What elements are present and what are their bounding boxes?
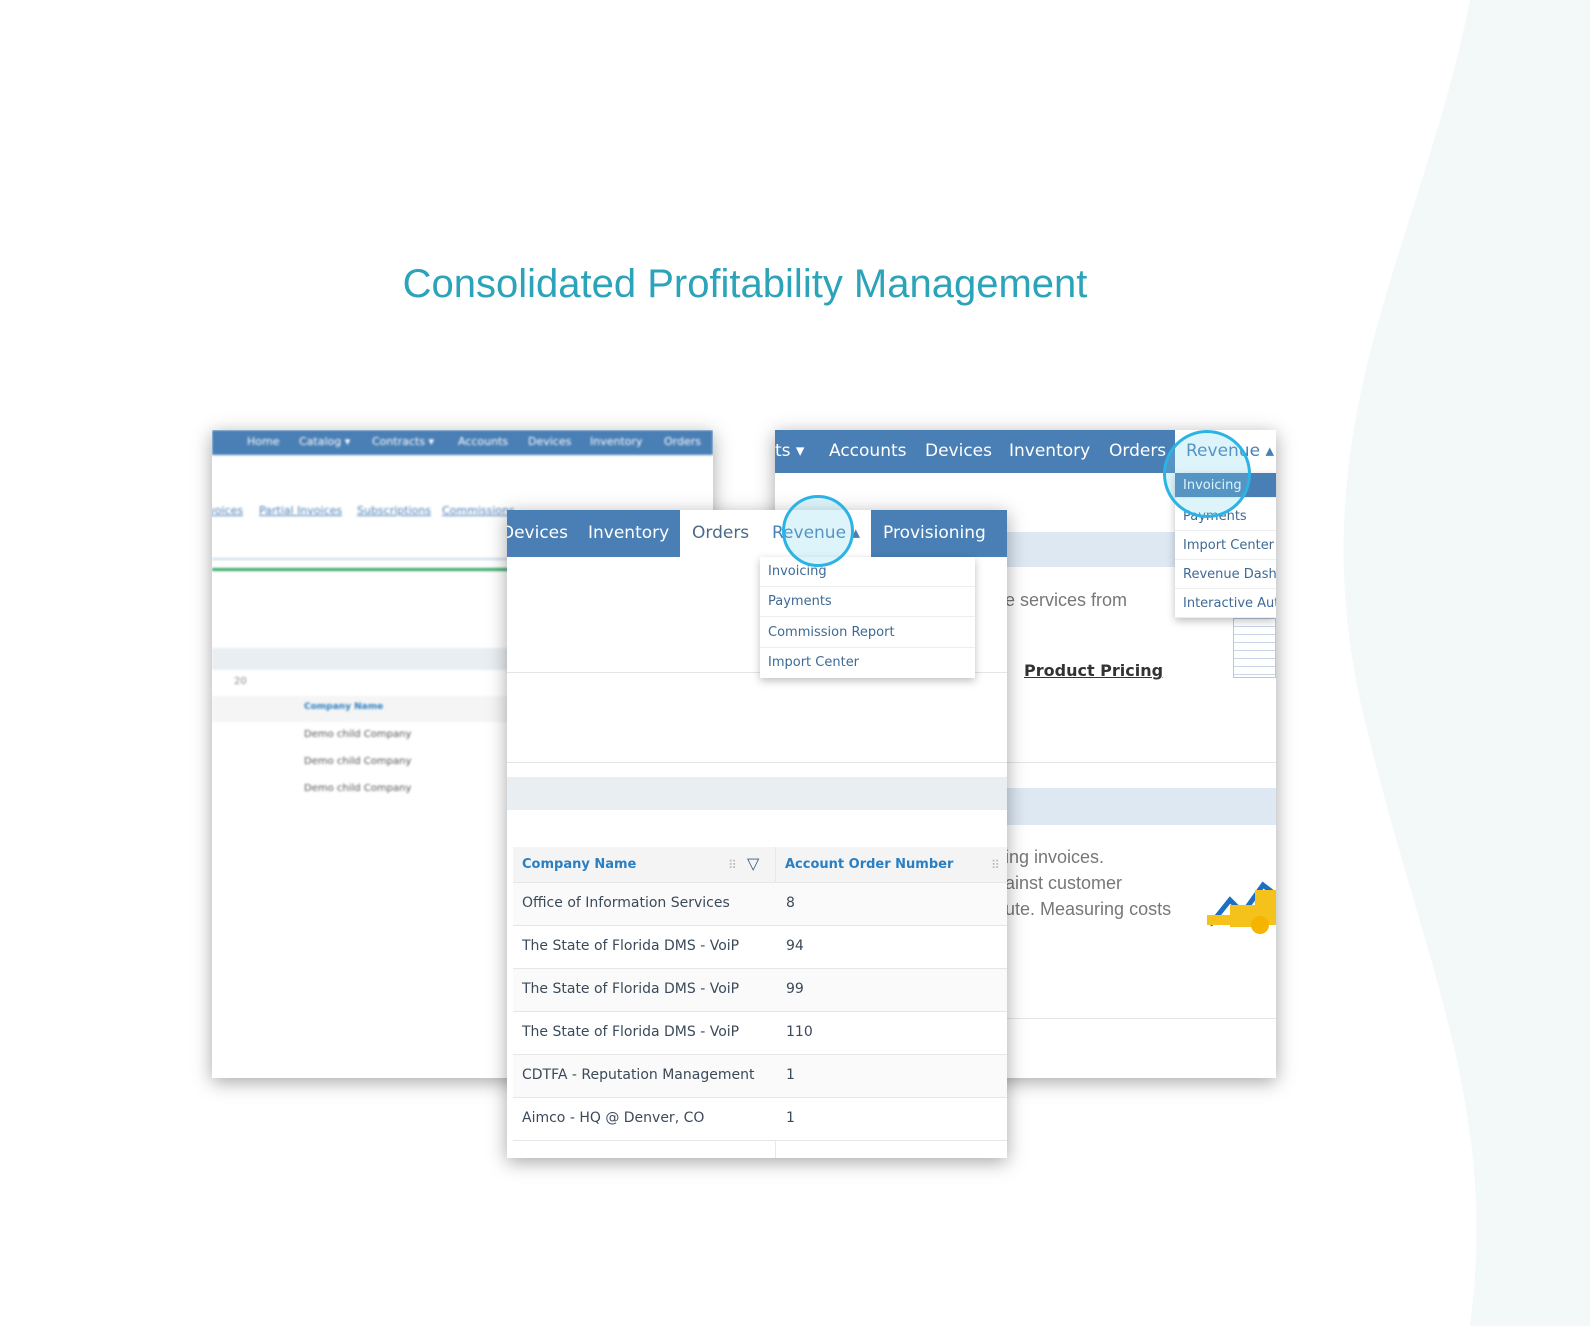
highlight-circle xyxy=(1163,430,1251,518)
nav-devices[interactable]: Devices xyxy=(507,523,568,543)
cell-company-name: The State of Florida DMS - VoiP xyxy=(522,1024,740,1040)
menu-item-import-center[interactable]: Import Center xyxy=(1175,531,1276,560)
table-row[interactable]: Office of Information Services 8 xyxy=(513,883,1007,926)
menu-item-invoicing[interactable]: Invoicing xyxy=(760,557,975,587)
cell-order-number: 94 xyxy=(786,938,804,954)
menu-item-interactive[interactable]: Interactive Aut xyxy=(1175,589,1276,618)
link-partial-invoices[interactable]: Partial Invoices xyxy=(259,504,342,517)
cell-company-name: The State of Florida DMS - VoiP xyxy=(522,938,740,954)
cell-order-number: 1 xyxy=(786,1110,795,1126)
nav-inventory[interactable]: Inventory xyxy=(590,435,643,448)
column-account-order-number[interactable]: Account Order Number xyxy=(785,857,953,872)
table-row: Demo child Company xyxy=(304,756,412,767)
drag-handle-icon[interactable]: ⠿ xyxy=(991,858,1000,872)
cell-order-number: 8 xyxy=(786,895,795,911)
highlight-circle xyxy=(782,495,854,567)
revenue-chart-icon xyxy=(1207,881,1276,934)
page-title: Consolidated Profitability Management xyxy=(402,262,1088,306)
cell-company-name: Aimco - HQ @ Denver, CO xyxy=(522,1110,705,1126)
divider xyxy=(507,762,1007,763)
table-row: Demo child Company xyxy=(304,783,412,794)
column-company-name[interactable]: Company Name xyxy=(522,857,636,872)
section-band xyxy=(1007,532,1175,567)
product-pricing-link[interactable]: Product Pricing xyxy=(1024,661,1163,680)
section-band xyxy=(507,777,1007,810)
drag-handle-icon[interactable]: ⠿ xyxy=(728,858,737,872)
link-commissions[interactable]: Commissions xyxy=(442,504,515,517)
table-row[interactable]: CDTFA - Reputation Management 1 xyxy=(513,1055,1007,1098)
description-text: e services from xyxy=(1005,590,1128,610)
notebook-icon xyxy=(1233,618,1276,678)
revenue-dropdown: Invoicing Payments Commission Report Imp… xyxy=(760,557,975,678)
cell-company-name: Office of Information Services xyxy=(522,895,730,911)
cell-order-number: 110 xyxy=(786,1024,813,1040)
nav-accounts[interactable]: Accounts xyxy=(458,435,508,448)
nav-inventory[interactable]: Inventory xyxy=(1009,441,1090,461)
nav-devices[interactable]: Devices xyxy=(925,441,992,461)
cell-order-number: 1 xyxy=(786,1067,795,1083)
nav-contracts[interactable]: ts ▾ xyxy=(775,441,804,461)
top-nav: Devices Inventory Orders Revenue ▴ Provi… xyxy=(507,510,1007,557)
nav-accounts[interactable]: Accounts xyxy=(829,441,907,461)
cell-company-name: CDTFA - Reputation Management xyxy=(522,1067,755,1083)
menu-item-commission-report[interactable]: Commission Report xyxy=(760,617,975,648)
nav-catalog[interactable]: Catalog ▾ xyxy=(299,435,350,448)
nav-contracts[interactable]: Contracts ▾ xyxy=(372,435,434,448)
link-invoices[interactable]: Invoices xyxy=(212,504,243,517)
nav-orders[interactable]: Orders xyxy=(1109,441,1166,461)
table-row[interactable]: The State of Florida DMS - VoiP 110 xyxy=(513,1012,1007,1055)
cell-company-name: The State of Florida DMS - VoiP xyxy=(522,981,740,997)
front-screenshot: Devices Inventory Orders Revenue ▴ Provi… xyxy=(507,510,1007,1158)
menu-item-import-center[interactable]: Import Center xyxy=(760,648,975,678)
filter-icon[interactable]: ▽ xyxy=(747,854,759,873)
nav-provisioning[interactable]: Provisioning xyxy=(883,523,986,543)
table-row[interactable]: Aimco - HQ @ Denver, CO 1 xyxy=(513,1098,1007,1141)
table-row: Demo child Company xyxy=(304,729,412,740)
menu-item-revenue-dashboard[interactable]: Revenue Dashb xyxy=(1175,560,1276,589)
table-row[interactable]: The State of Florida DMS - VoiP 99 xyxy=(513,969,1007,1012)
tab-orders[interactable]: Orders xyxy=(692,523,749,543)
cell-order-number: 99 xyxy=(786,981,804,997)
description-line: ing invoices. xyxy=(1005,847,1105,867)
nav-home[interactable]: Home xyxy=(247,435,279,448)
nav-inventory[interactable]: Inventory xyxy=(588,523,669,543)
nav-devices[interactable]: Devices xyxy=(528,435,571,448)
description-line: ainst customer xyxy=(1005,873,1123,893)
top-nav: Home Catalog ▾ Contracts ▾ Accounts Devi… xyxy=(212,430,713,455)
menu-item-payments[interactable]: Payments xyxy=(760,587,975,617)
nav-orders[interactable]: Orders xyxy=(664,435,701,448)
column-company-name[interactable]: Company Name xyxy=(304,702,383,712)
link-subscriptions[interactable]: Subscriptions xyxy=(357,504,431,517)
page-size[interactable]: 20 xyxy=(234,676,247,687)
table-row[interactable]: The State of Florida DMS - VoiP 94 xyxy=(513,926,1007,969)
description-line: ute. Measuring costs xyxy=(1005,899,1172,919)
